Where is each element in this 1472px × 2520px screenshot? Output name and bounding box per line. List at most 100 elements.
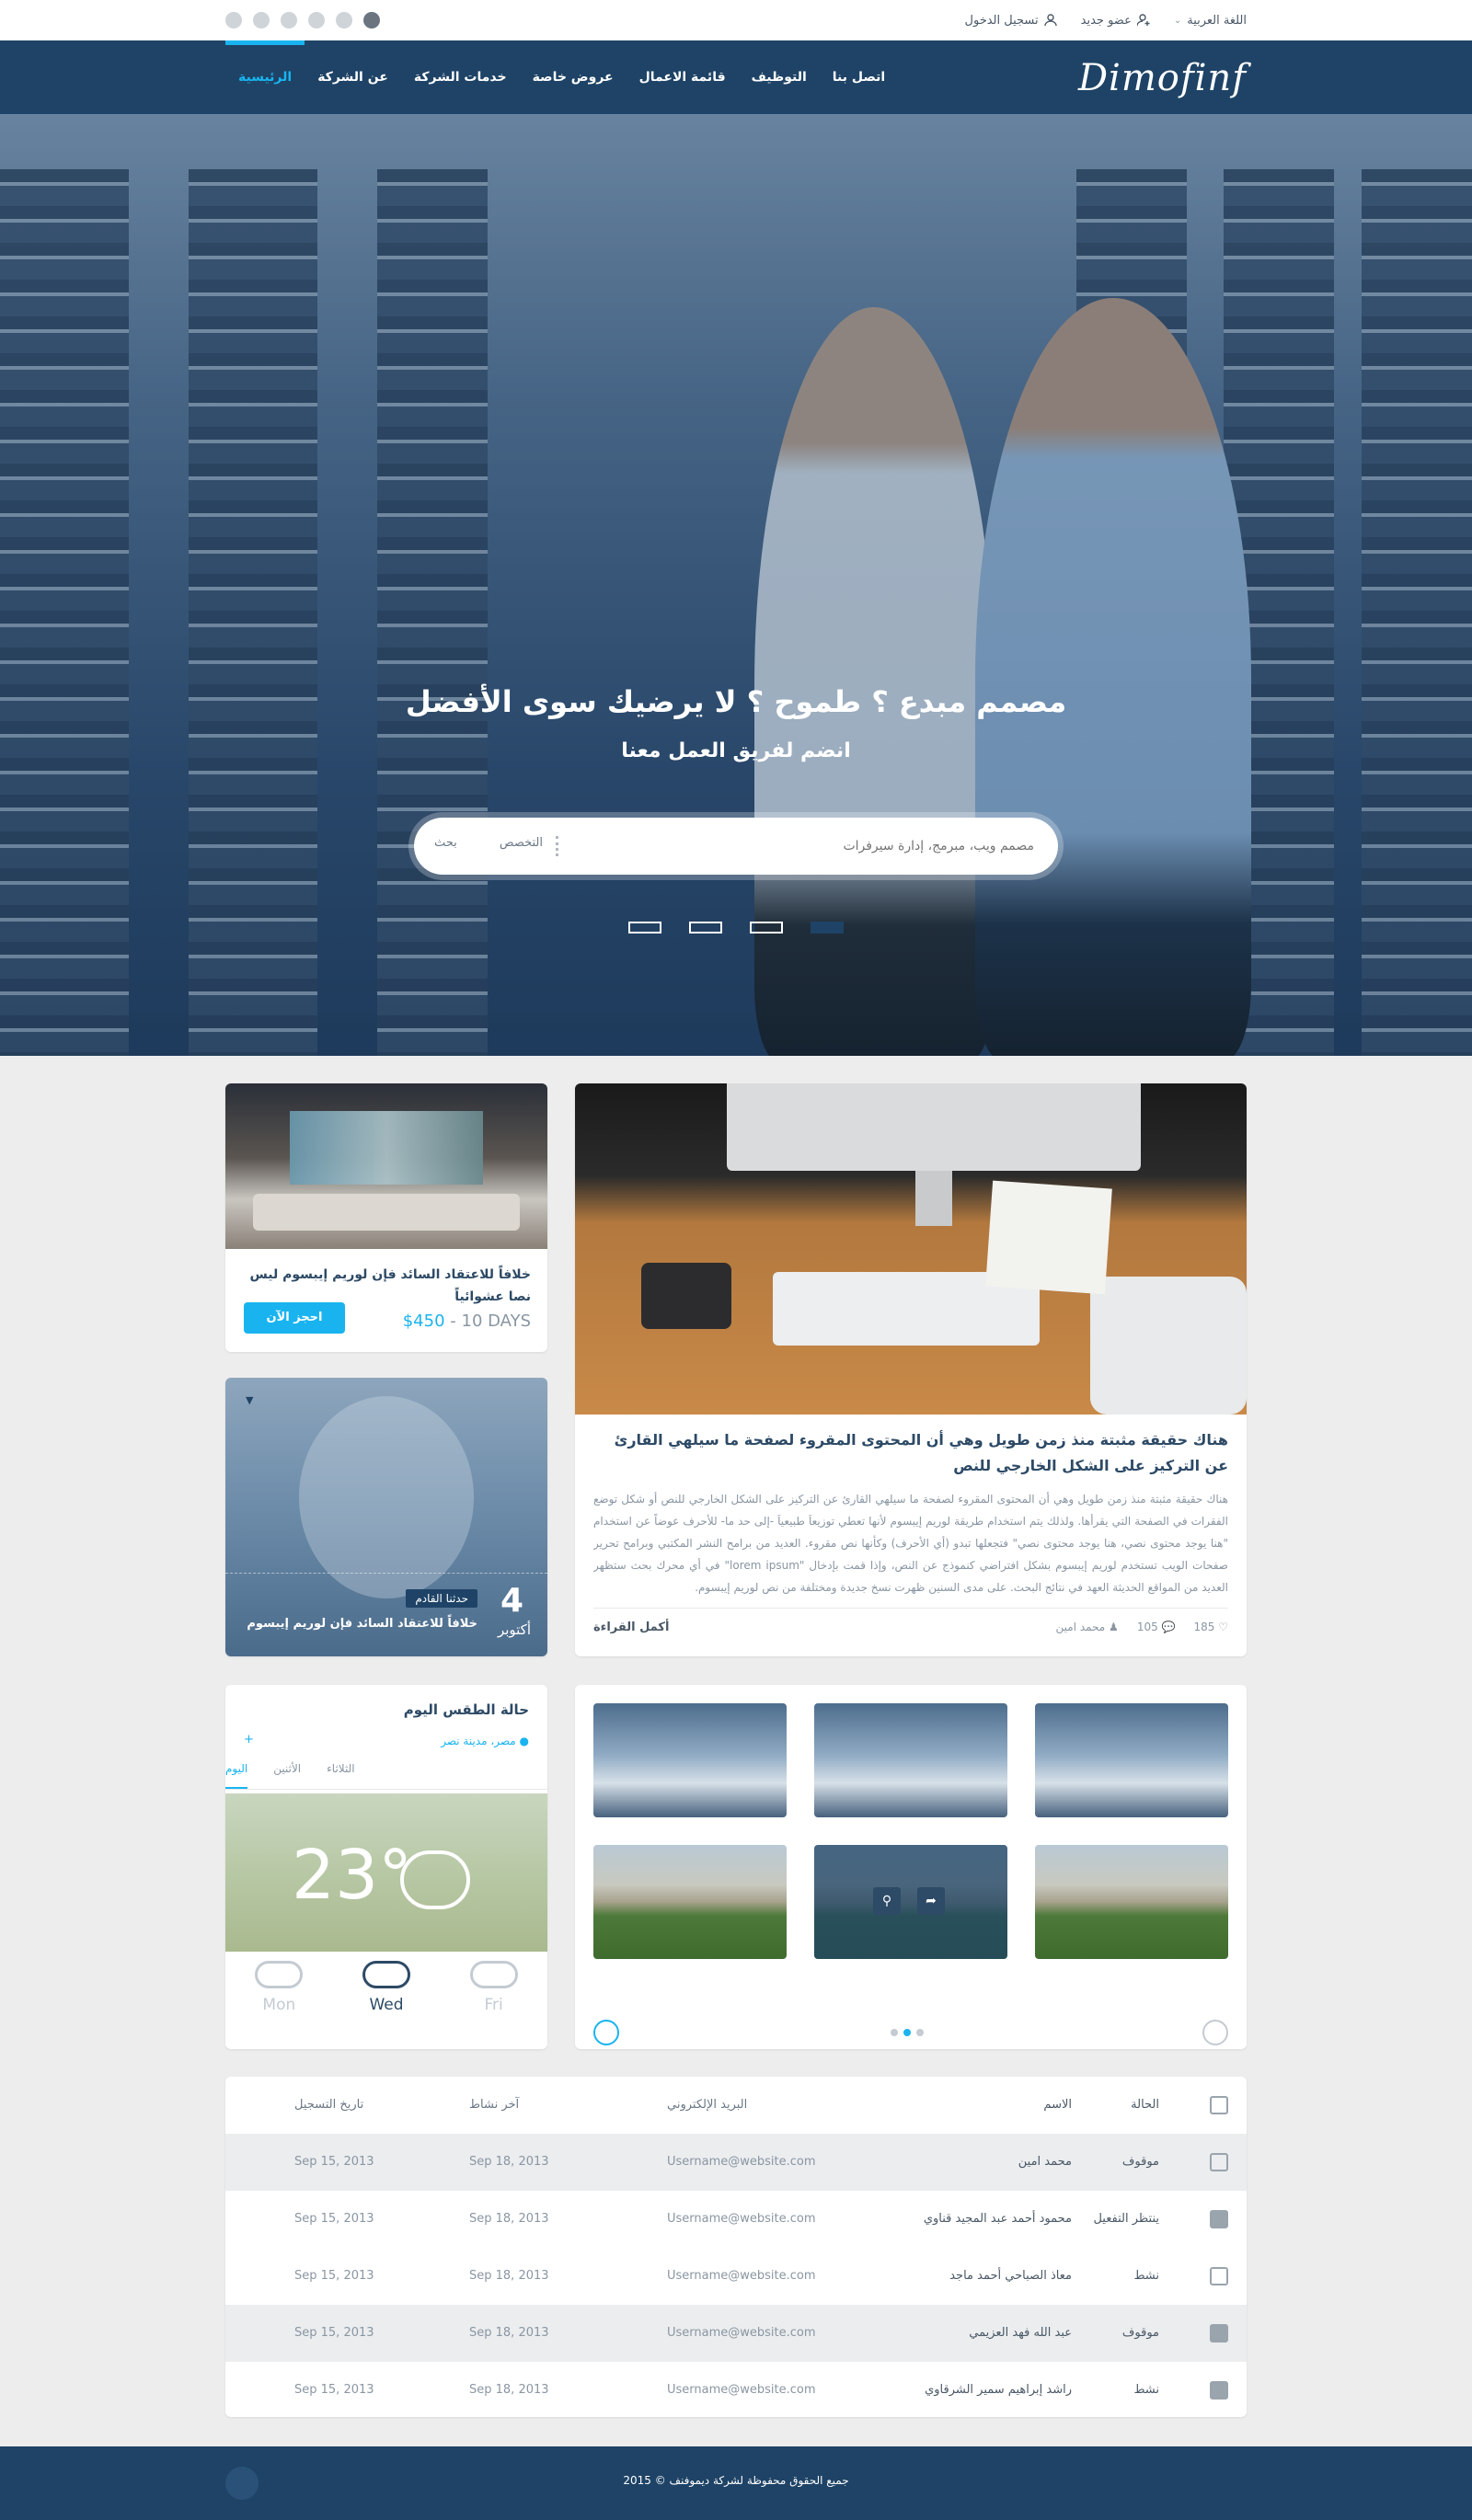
day-label: Mon bbox=[262, 1996, 296, 2014]
hero-slider: مصمم مبدع ؟ طموح ؟ لا يرضيك سوى الأفضل ا… bbox=[0, 114, 1472, 1056]
facebook-icon[interactable] bbox=[363, 12, 380, 29]
book-now-button[interactable]: احجز الآن bbox=[244, 1302, 345, 1334]
weather-title: حالة الطقس اليوم bbox=[403, 1701, 529, 1718]
row-checkbox[interactable] bbox=[1210, 2305, 1228, 2362]
checkbox-icon bbox=[1210, 2266, 1228, 2285]
tab-tuesday[interactable]: الثلاثاء bbox=[327, 1762, 354, 1789]
gallery-thumb[interactable] bbox=[1035, 1845, 1228, 1959]
divider bbox=[593, 1608, 1228, 1609]
menu-item-about[interactable]: عن الشركة bbox=[305, 40, 401, 114]
menu-item-contact[interactable]: اتصل بنا bbox=[820, 40, 898, 114]
slider-dot[interactable] bbox=[689, 922, 722, 934]
blog-excerpt: هناك حقيقة مثبتة منذ زمن طويل وهي أن الم… bbox=[593, 1493, 1228, 1594]
tab-monday[interactable]: الأثنين bbox=[273, 1762, 301, 1789]
add-location-button[interactable]: + bbox=[244, 1733, 254, 1747]
row-last-active: Sep 18, 2013 bbox=[469, 2383, 549, 2397]
menu-item-services[interactable]: خدمات الشركة bbox=[401, 40, 520, 114]
row-name: معاذ الصباحي أحمد ماجد bbox=[949, 2269, 1072, 2283]
search-button[interactable]: بحث bbox=[434, 836, 457, 850]
cloud-icon bbox=[255, 1961, 304, 1988]
main-menu: الرئيسية عن الشركة خدمات الشركة عروض خاص… bbox=[225, 40, 898, 114]
likes[interactable]: ♡ 185 bbox=[1194, 1621, 1229, 1633]
twitter-icon[interactable] bbox=[336, 12, 352, 29]
table-row[interactable]: موقوف عبد الله فهد العزيمي Username@webs… bbox=[225, 2305, 1247, 2362]
chevron-right-icon[interactable] bbox=[1202, 2020, 1228, 2045]
blog-title[interactable]: هناك حقيقة مثبتة منذ زمن طويل وهي أن الم… bbox=[593, 1427, 1228, 1479]
job-search-box: التخصص بحث bbox=[414, 818, 1058, 875]
menu-item-offers[interactable]: عروض خاصة bbox=[520, 40, 627, 114]
forecast-day[interactable]: Fri bbox=[457, 1961, 531, 2014]
tab-today[interactable]: اليوم bbox=[225, 1762, 248, 1789]
login-link[interactable]: تسجيل الدخول bbox=[965, 14, 1057, 28]
heart-icon: ♡ bbox=[1218, 1621, 1228, 1633]
rss-icon[interactable] bbox=[225, 12, 242, 29]
menu-item-jobs[interactable]: التوظيف bbox=[739, 40, 820, 114]
select-all-checkbox[interactable] bbox=[1210, 2077, 1228, 2134]
table-row[interactable]: نشط معاذ الصباحي أحمد ماجد Username@webs… bbox=[225, 2248, 1247, 2305]
event-image bbox=[299, 1396, 474, 1598]
dribbble-icon[interactable] bbox=[281, 12, 297, 29]
gallery-thumb[interactable] bbox=[593, 1703, 787, 1817]
col-registered[interactable]: تاريخ التسجيل bbox=[294, 2077, 363, 2134]
user-icon bbox=[1043, 14, 1057, 27]
chevron-down-icon: ⌄ bbox=[1173, 15, 1182, 26]
gallery-thumb[interactable] bbox=[1035, 1703, 1228, 1817]
language-select[interactable]: اللغة العربية ⌄ bbox=[1174, 14, 1247, 28]
slider-dot-active[interactable] bbox=[811, 922, 844, 934]
col-last-active[interactable]: آخر نشاط bbox=[469, 2077, 519, 2134]
row-email: Username@website.com bbox=[667, 2155, 816, 2169]
gallery-dot[interactable] bbox=[891, 2029, 898, 2036]
forecast-day-active[interactable]: Wed bbox=[350, 1961, 423, 2014]
weather-card: حالة الطقس اليوم ● مصر، مدينة نصر + اليو… bbox=[225, 1685, 547, 2049]
logo[interactable]: Dimofinf bbox=[1078, 57, 1247, 99]
row-state: نشط bbox=[1133, 2383, 1159, 2397]
gallery-thumb[interactable] bbox=[593, 1845, 787, 1959]
notes-image bbox=[985, 1180, 1112, 1295]
gallery-thumb-hover[interactable]: ⚲ ➦ bbox=[814, 1845, 1007, 1959]
slider-dot[interactable] bbox=[750, 922, 783, 934]
event-title[interactable]: خلافاً للاعتقاد السائد فإن لوريم إيبسوم bbox=[247, 1617, 477, 1631]
read-more-link[interactable]: أكمل القراءة bbox=[593, 1621, 669, 1634]
offer-card: خلافاً للاعتقاد السائد فإن لوريم إيبسوم … bbox=[225, 1083, 547, 1352]
offer-title[interactable]: خلافاً للاعتقاد السائد فإن لوريم إيبسوم … bbox=[236, 1264, 532, 1308]
row-registered: Sep 15, 2013 bbox=[294, 2383, 374, 2397]
table-row[interactable]: نشط راشد إبراهيم سمير الشرقاوي Username@… bbox=[225, 2362, 1247, 2417]
share-icon[interactable]: ➦ bbox=[917, 1887, 945, 1915]
author[interactable]: ♟ محمد امين bbox=[1055, 1621, 1118, 1633]
new-member-label: عضو جديد bbox=[1080, 13, 1132, 28]
row-checkbox[interactable] bbox=[1210, 2362, 1228, 2417]
col-email[interactable]: البريد الإلكتروني bbox=[667, 2077, 747, 2134]
location-label: مصر، مدينة نصر bbox=[441, 1735, 516, 1747]
add-user-icon bbox=[1136, 14, 1150, 27]
col-name[interactable]: الاسم bbox=[1043, 2077, 1072, 2134]
row-email: Username@website.com bbox=[667, 2326, 816, 2340]
gallery-thumb[interactable] bbox=[814, 1703, 1007, 1817]
col-state[interactable]: الحالة bbox=[1131, 2077, 1159, 2134]
caret-down-icon[interactable]: ▼ bbox=[246, 1394, 253, 1406]
row-checkbox[interactable] bbox=[1210, 2248, 1228, 2305]
google-plus-icon[interactable] bbox=[308, 12, 325, 29]
row-checkbox[interactable] bbox=[1210, 2191, 1228, 2248]
flickr-icon[interactable] bbox=[253, 12, 270, 29]
menu-item-portfolio[interactable]: قائمة الاعمال bbox=[627, 40, 739, 114]
row-name: راشد إبراهيم سمير الشرقاوي bbox=[925, 2383, 1072, 2397]
comments[interactable]: 💬 105 bbox=[1137, 1621, 1176, 1633]
gallery-dot-active[interactable] bbox=[903, 2029, 911, 2036]
gallery-dot[interactable] bbox=[916, 2029, 924, 2036]
new-member-link[interactable]: عضو جديد bbox=[1081, 14, 1150, 28]
row-registered: Sep 15, 2013 bbox=[294, 2269, 374, 2283]
slider-dot[interactable] bbox=[628, 922, 661, 934]
event-badge: حدثنا القادم bbox=[406, 1589, 477, 1608]
forecast-day[interactable]: Mon bbox=[242, 1961, 316, 2014]
row-checkbox[interactable] bbox=[1210, 2134, 1228, 2191]
table-row[interactable]: موقوف محمد امين Username@website.com Sep… bbox=[225, 2134, 1247, 2191]
chevron-left-icon[interactable] bbox=[593, 2020, 619, 2045]
table-row[interactable]: ينتظر التفعيل محمود أحمد عبد المجيد قناو… bbox=[225, 2191, 1247, 2248]
weather-background: 23° bbox=[225, 1793, 547, 1952]
menu-item-home[interactable]: الرئيسية bbox=[225, 40, 305, 114]
row-last-active: Sep 18, 2013 bbox=[469, 2326, 549, 2340]
zoom-icon[interactable]: ⚲ bbox=[873, 1887, 901, 1915]
specialty-select[interactable]: التخصص bbox=[500, 836, 543, 850]
job-search-input[interactable] bbox=[592, 830, 1034, 862]
weather-location[interactable]: ● مصر، مدينة نصر bbox=[441, 1735, 529, 1747]
